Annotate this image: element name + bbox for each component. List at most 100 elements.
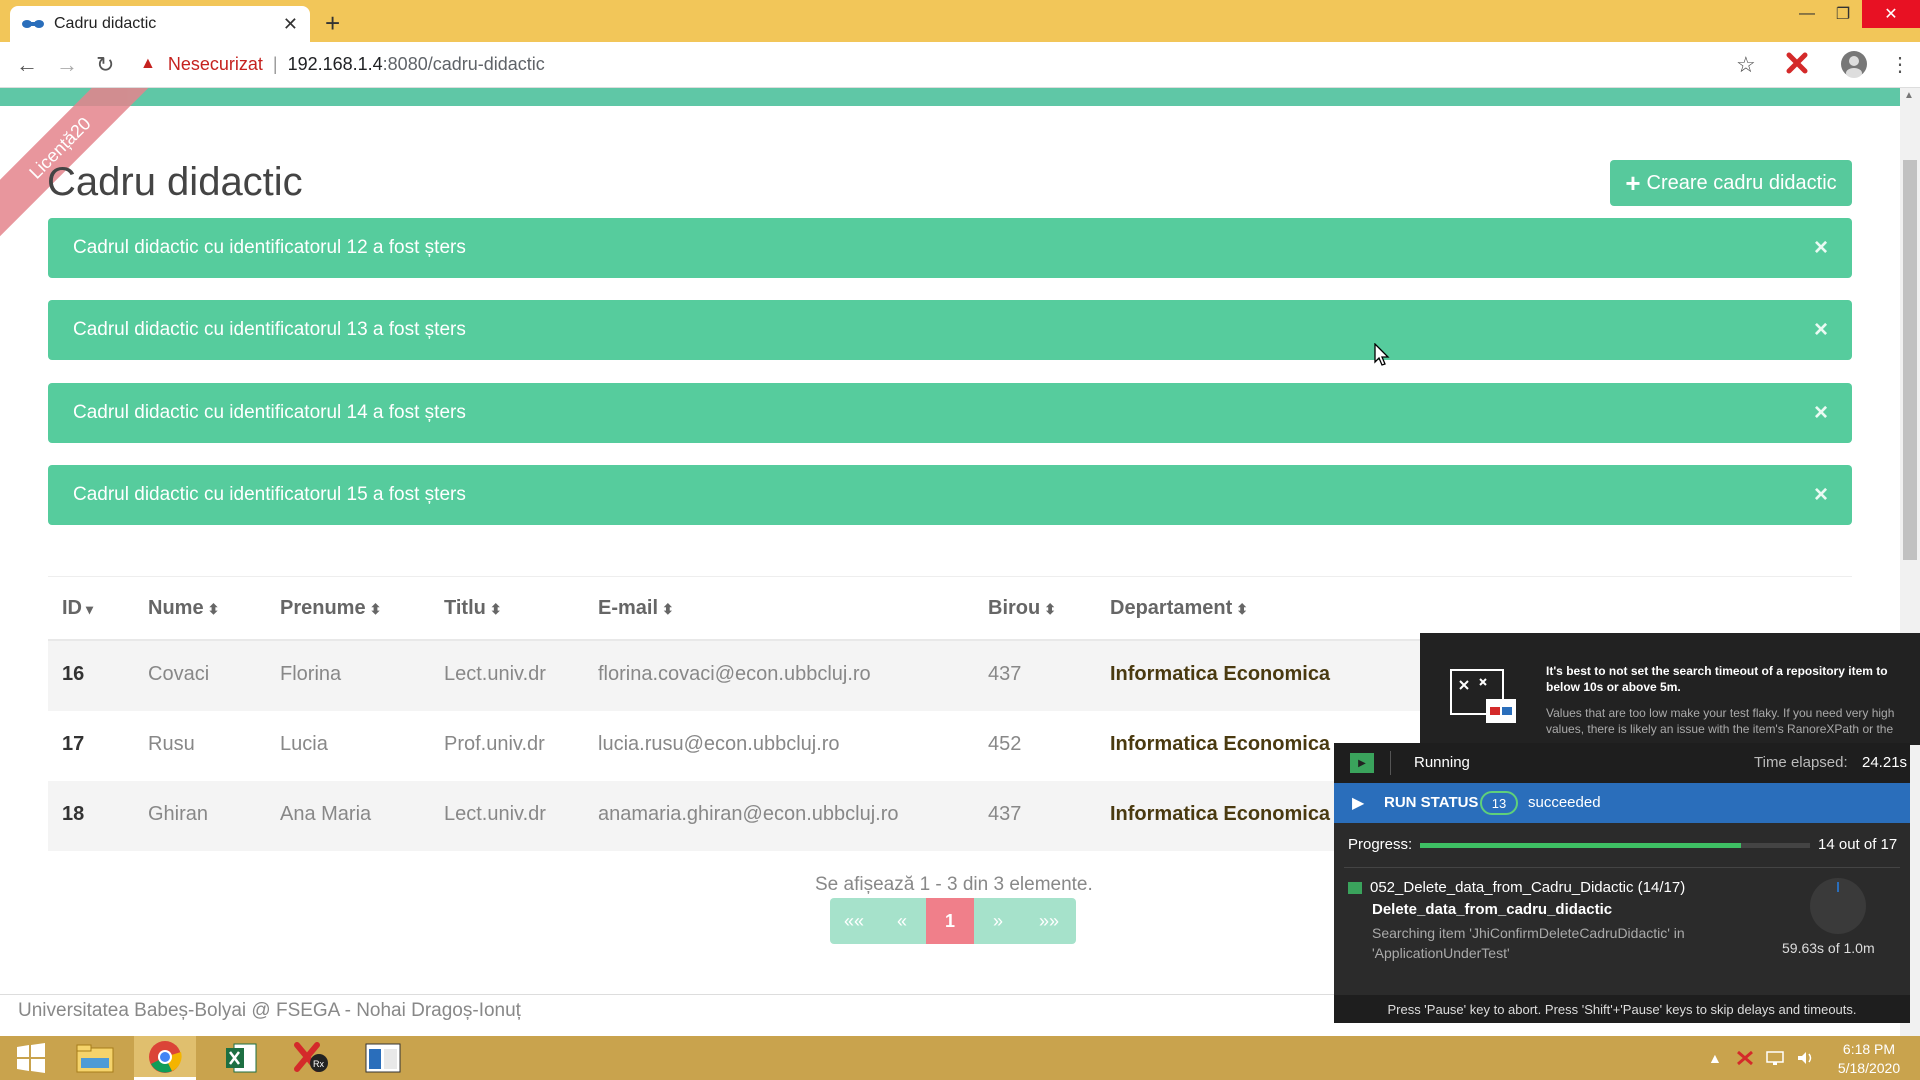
tab-title: Cadru didactic	[54, 15, 157, 32]
cell-email: anamaria.ghiran@econ.ubbcluj.ro	[598, 803, 899, 825]
tip-body: Values that are too low make your test f…	[1546, 706, 1895, 736]
timeout-value: 59.63s of 1.0m	[1782, 940, 1875, 956]
forward-button[interactable]: →	[56, 52, 78, 78]
plus-icon: +	[1625, 167, 1641, 198]
cell-nume: Covaci	[148, 663, 210, 685]
tip-title: It's best to not set the search timeout …	[1546, 664, 1888, 694]
alert-close-icon[interactable]: ×	[1814, 481, 1828, 509]
running-flag-icon: ▶	[1350, 753, 1374, 773]
ranorex-studio-icon[interactable]	[352, 1036, 414, 1080]
volume-icon[interactable]	[1796, 1050, 1814, 1069]
omnibox-separator: |	[272, 53, 278, 74]
minimize-button[interactable]: —	[1790, 0, 1824, 28]
excel-icon[interactable]	[210, 1036, 272, 1080]
sort-icon: ▾	[86, 601, 94, 617]
elapsed-label: Time elapsed:	[1754, 754, 1848, 771]
alert-close-icon[interactable]: ×	[1814, 316, 1828, 344]
tray-ranorex-icon[interactable]	[1736, 1050, 1754, 1069]
site-favicon-icon	[22, 17, 44, 31]
alert-success: Cadrul didactic cu identificatorul 13 a …	[48, 300, 1852, 360]
url-path: :8080/cadru-didactic	[382, 53, 545, 74]
page-title: Cadru didactic	[47, 160, 303, 204]
column-header-email[interactable]: E-mail ⬍	[598, 597, 674, 620]
play-icon[interactable]: ▶	[1352, 793, 1364, 813]
ranorex-run-panel: ▶ Running Time elapsed: 24.21s ▶ RUN STA…	[1334, 743, 1910, 1023]
table-header: ID ▾ Nume ⬍ Prenume ⬍ Titlu ⬍ E-mail ⬍ Birou ⬍…	[48, 577, 1852, 641]
cell-birou: 437	[988, 803, 1022, 825]
ranorex-icon[interactable]: Rx	[280, 1036, 342, 1080]
column-header-birou[interactable]: Birou ⬍	[988, 597, 1056, 620]
scroll-up-arrow-icon[interactable]: ▲	[1904, 90, 1914, 101]
svg-text:Rx: Rx	[313, 1059, 324, 1069]
column-header-prenume[interactable]: Prenume ⬍	[280, 597, 381, 620]
cell-titlu: Lect.univ.dr	[444, 663, 546, 685]
cell-prenume: Lucia	[280, 733, 328, 755]
tray-overflow-icon[interactable]: ▲	[1708, 1050, 1722, 1066]
run-status-bar: ▶ RUN STATUS 13 succeeded	[1334, 783, 1910, 823]
network-icon[interactable]	[1766, 1050, 1784, 1069]
page-first-button[interactable]: ««	[830, 898, 878, 944]
sort-icon: ⬍	[662, 601, 674, 617]
address-bar[interactable]: ▲ Nesecurizat | 192.168.1.4 :8080/cadru-…	[140, 48, 1760, 80]
sort-icon: ⬍	[1236, 601, 1248, 617]
insecure-label[interactable]: Nesecurizat	[168, 54, 263, 75]
cell-email: lucia.rusu@econ.ubbcluj.ro	[598, 733, 840, 755]
cell-prenume: Ana Maria	[280, 803, 372, 825]
panel-footer-hint: Press 'Pause' key to abort. Press 'Shift…	[1334, 995, 1910, 1023]
back-button[interactable]: ←	[16, 52, 38, 78]
cell-id: 18	[62, 803, 85, 825]
run-state: Running	[1414, 754, 1470, 771]
column-header-id[interactable]: ID ▾	[62, 597, 93, 620]
alert-close-icon[interactable]: ×	[1814, 399, 1828, 427]
cell-departament: Informatica Economica	[1110, 803, 1331, 825]
chrome-icon[interactable]	[134, 1036, 196, 1080]
mouse-cursor-icon	[1374, 342, 1390, 372]
cell-departament: Informatica Economica	[1110, 733, 1331, 755]
panel-divider	[1344, 867, 1900, 868]
new-tab-button[interactable]: +	[325, 8, 340, 39]
system-clock[interactable]: 6:18 PM 5/18/2020	[1824, 1040, 1914, 1078]
page-footer: Universitatea Babeș-Bolyai @ FSEGA - Noh…	[18, 1000, 521, 1021]
create-button-label: Creare cadru didactic	[1646, 171, 1837, 194]
column-header-departament[interactable]: Departament ⬍	[1110, 597, 1248, 620]
star-icon[interactable]: ☆	[1736, 52, 1756, 78]
alert-close-icon[interactable]: ×	[1814, 234, 1828, 262]
reload-button[interactable]: ↻	[96, 52, 114, 78]
tab-close-icon[interactable]: ✕	[283, 14, 298, 35]
alert-success: Cadrul didactic cu identificatorul 15 a …	[48, 465, 1852, 525]
sort-icon: ⬍	[489, 601, 502, 617]
column-header-titlu[interactable]: Titlu ⬍	[444, 597, 502, 620]
sort-icon: ⬍	[1044, 601, 1056, 617]
ranorex-extension-icon[interactable]	[1786, 52, 1808, 79]
menu-icon[interactable]: ⋮	[1890, 52, 1910, 77]
progress-fill	[1420, 843, 1742, 848]
profile-avatar[interactable]	[1840, 50, 1868, 83]
run-status-label: RUN STATUS	[1384, 794, 1479, 811]
succeeded-label: succeeded	[1528, 794, 1601, 811]
cell-birou: 437	[988, 663, 1022, 685]
repository-tip-icon	[1450, 669, 1518, 730]
cell-titlu: Lect.univ.dr	[444, 803, 546, 825]
alert-success: Cadrul didactic cu identificatorul 14 a …	[48, 383, 1852, 443]
browser-toolbar: ← → ↻ ▲ Nesecurizat | 192.168.1.4 :8080/…	[0, 42, 1920, 88]
cell-email: florina.covaci@econ.ubbcluj.ro	[598, 663, 871, 685]
column-header-nume[interactable]: Nume ⬍	[148, 597, 219, 620]
windows-start-button[interactable]	[0, 1036, 62, 1080]
create-cadru-didactic-button[interactable]: + Creare cadru didactic	[1610, 160, 1852, 206]
file-explorer-icon[interactable]	[64, 1036, 126, 1080]
page-1-button[interactable]: 1	[926, 898, 974, 944]
alert-success: Cadrul didactic cu identificatorul 12 a …	[48, 218, 1852, 278]
browser-tab[interactable]: Cadru didactic ✕	[10, 6, 310, 42]
header-separator	[1390, 751, 1391, 775]
scroll-thumb[interactable]	[1903, 160, 1917, 560]
cell-departament: Informatica Economica	[1110, 663, 1331, 685]
maximize-button[interactable]: ❐	[1826, 0, 1860, 28]
page-prev-button[interactable]: «	[878, 898, 926, 944]
clock-date: 5/18/2020	[1837, 1060, 1901, 1076]
alert-text: Cadrul didactic cu identificatorul 15 a …	[73, 484, 466, 505]
succeeded-count-badge: 13	[1480, 791, 1518, 815]
cell-titlu: Prof.univ.dr	[444, 733, 545, 755]
page-next-button[interactable]: »	[974, 898, 1022, 944]
page-last-button[interactable]: »»	[1022, 898, 1076, 944]
close-window-button[interactable]: ✕	[1862, 0, 1920, 28]
